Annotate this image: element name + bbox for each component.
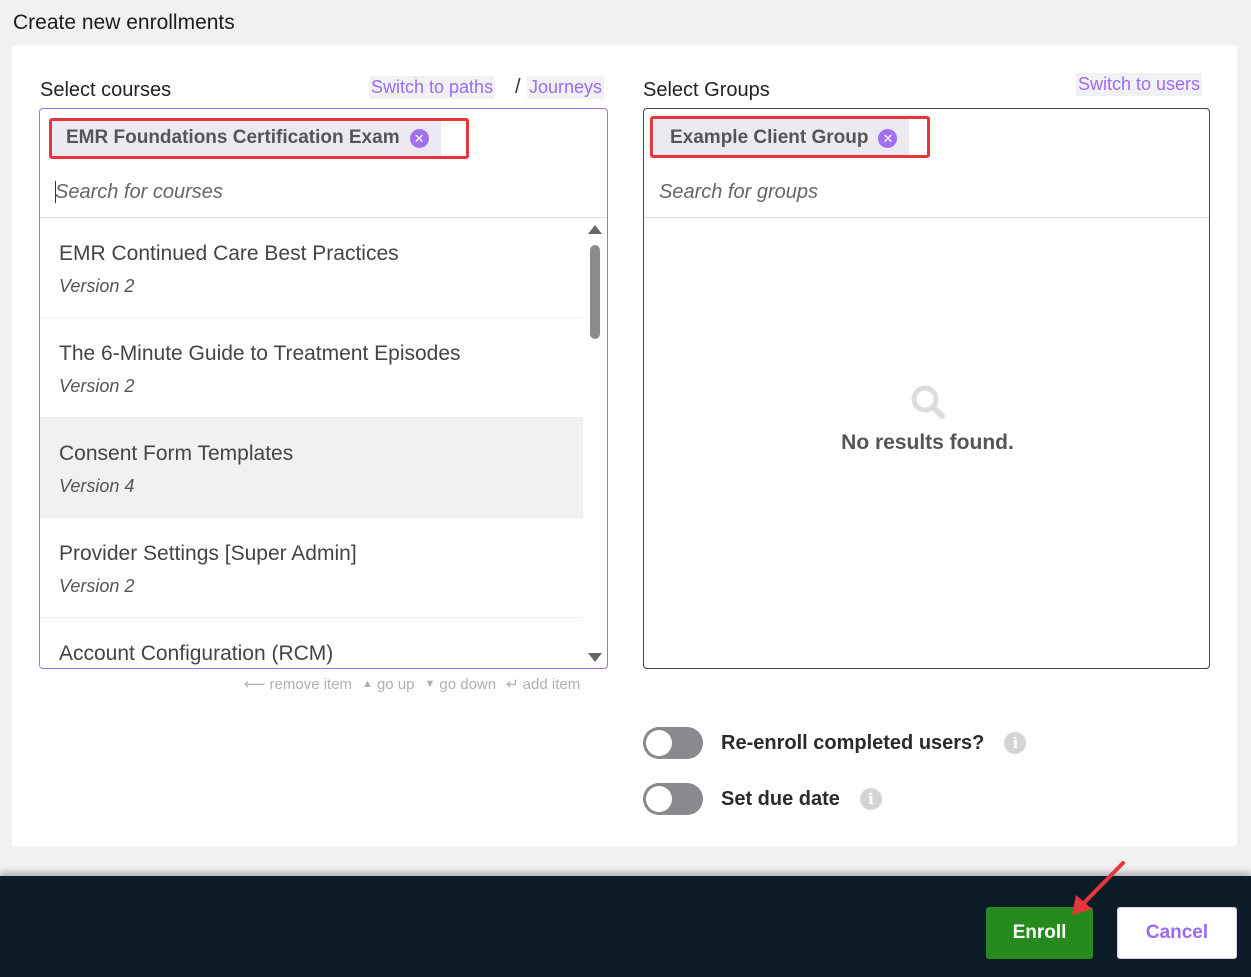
search-icon: [911, 385, 945, 419]
item-title: Consent Form Templates: [59, 442, 294, 465]
link-separator: /: [515, 76, 521, 98]
empty-state: No results found.: [644, 384, 1209, 455]
hint-remove: ⟵ remove item: [244, 675, 353, 694]
hint-up-label: go up: [376, 675, 415, 693]
hint-add: ↵ add item: [506, 675, 581, 694]
selected-course-chip: EMR Foundations Certification Exam ✕: [50, 119, 441, 157]
group-search-input[interactable]: [659, 177, 1179, 207]
reenroll-label: Re-enroll completed users?: [721, 731, 985, 754]
toggle-knob: [646, 730, 672, 756]
switch-to-paths-link[interactable]: Switch to paths: [369, 76, 496, 99]
selected-group-chip-label: Example Client Group: [670, 127, 869, 148]
hint-down-label: go down: [439, 675, 497, 693]
scrollbar[interactable]: [588, 219, 602, 667]
list-item[interactable]: The 6-Minute Guide to Treatment Episodes…: [40, 318, 583, 418]
return-icon: ↵: [506, 676, 519, 693]
list-item[interactable]: EMR Continued Care Best Practices Versio…: [40, 218, 583, 318]
list-item[interactable]: Provider Settings [Super Admin] Version …: [40, 518, 583, 618]
hint-remove-label: remove item: [269, 675, 353, 693]
scroll-thumb[interactable]: [590, 245, 600, 339]
item-title: Account Configuration (RCM): [59, 642, 334, 665]
hint-down: ▼ go down: [424, 675, 496, 693]
reenroll-toggle[interactable]: [643, 727, 703, 759]
remove-chip-icon[interactable]: ✕: [878, 128, 898, 148]
search-divider: [644, 217, 1209, 218]
keyboard-hints: ⟵ remove item ▲ go up ▼ go down ↵ add item: [244, 675, 581, 694]
scroll-up-icon[interactable]: [588, 225, 602, 234]
item-title: EMR Continued Care Best Practices: [59, 242, 399, 265]
selected-course-chip-label: EMR Foundations Certification Exam: [66, 127, 400, 148]
info-icon[interactable]: i: [859, 788, 882, 810]
reenroll-option: Re-enroll completed users? i: [643, 727, 1027, 759]
item-title: The 6-Minute Guide to Treatment Episodes: [59, 342, 461, 365]
groups-select-box[interactable]: Example Client Group ✕ No results found.: [643, 108, 1210, 669]
info-icon[interactable]: i: [1004, 732, 1027, 754]
due-date-label: Set due date: [721, 787, 840, 810]
due-date-toggle[interactable]: [643, 783, 703, 815]
arrow-left-icon: ⟵: [244, 676, 266, 693]
annotation-arrow-icon: [1072, 861, 1125, 915]
hint-add-label: add item: [522, 675, 581, 693]
select-groups-label: Select Groups: [643, 79, 770, 101]
scroll-down-icon[interactable]: [588, 653, 602, 662]
toggle-knob: [646, 786, 672, 812]
list-item[interactable]: Account Configuration (RCM): [40, 618, 583, 668]
switch-to-journeys-link[interactable]: Journeys: [527, 76, 605, 99]
cancel-button[interactable]: Cancel: [1117, 907, 1237, 959]
item-version: Version 2: [59, 276, 135, 296]
due-date-option: Set due date i: [643, 783, 882, 815]
page-title: Create new enrollments: [13, 11, 235, 34]
selected-group-chip: Example Client Group ✕: [654, 119, 910, 157]
course-search-input[interactable]: [55, 177, 575, 207]
triangle-down-icon: ▼: [424, 678, 436, 690]
list-item[interactable]: Consent Form Templates Version 4: [40, 418, 583, 518]
no-results-text: No results found.: [841, 431, 1014, 454]
item-version: Version 2: [59, 576, 135, 596]
item-title: Provider Settings [Super Admin]: [59, 542, 357, 565]
item-version: Version 2: [59, 376, 135, 396]
remove-chip-icon[interactable]: ✕: [409, 128, 429, 148]
select-courses-label: Select courses: [40, 79, 172, 101]
triangle-up-icon: ▲: [362, 678, 373, 690]
courses-select-box[interactable]: EMR Foundations Certification Exam ✕ EMR…: [39, 108, 608, 669]
enrollment-card: Select courses Switch to paths / Journey…: [12, 45, 1237, 846]
item-version: Version 4: [59, 476, 135, 496]
hint-up: ▲ go up: [362, 675, 414, 693]
switch-to-users-link[interactable]: Switch to users: [1076, 73, 1203, 96]
